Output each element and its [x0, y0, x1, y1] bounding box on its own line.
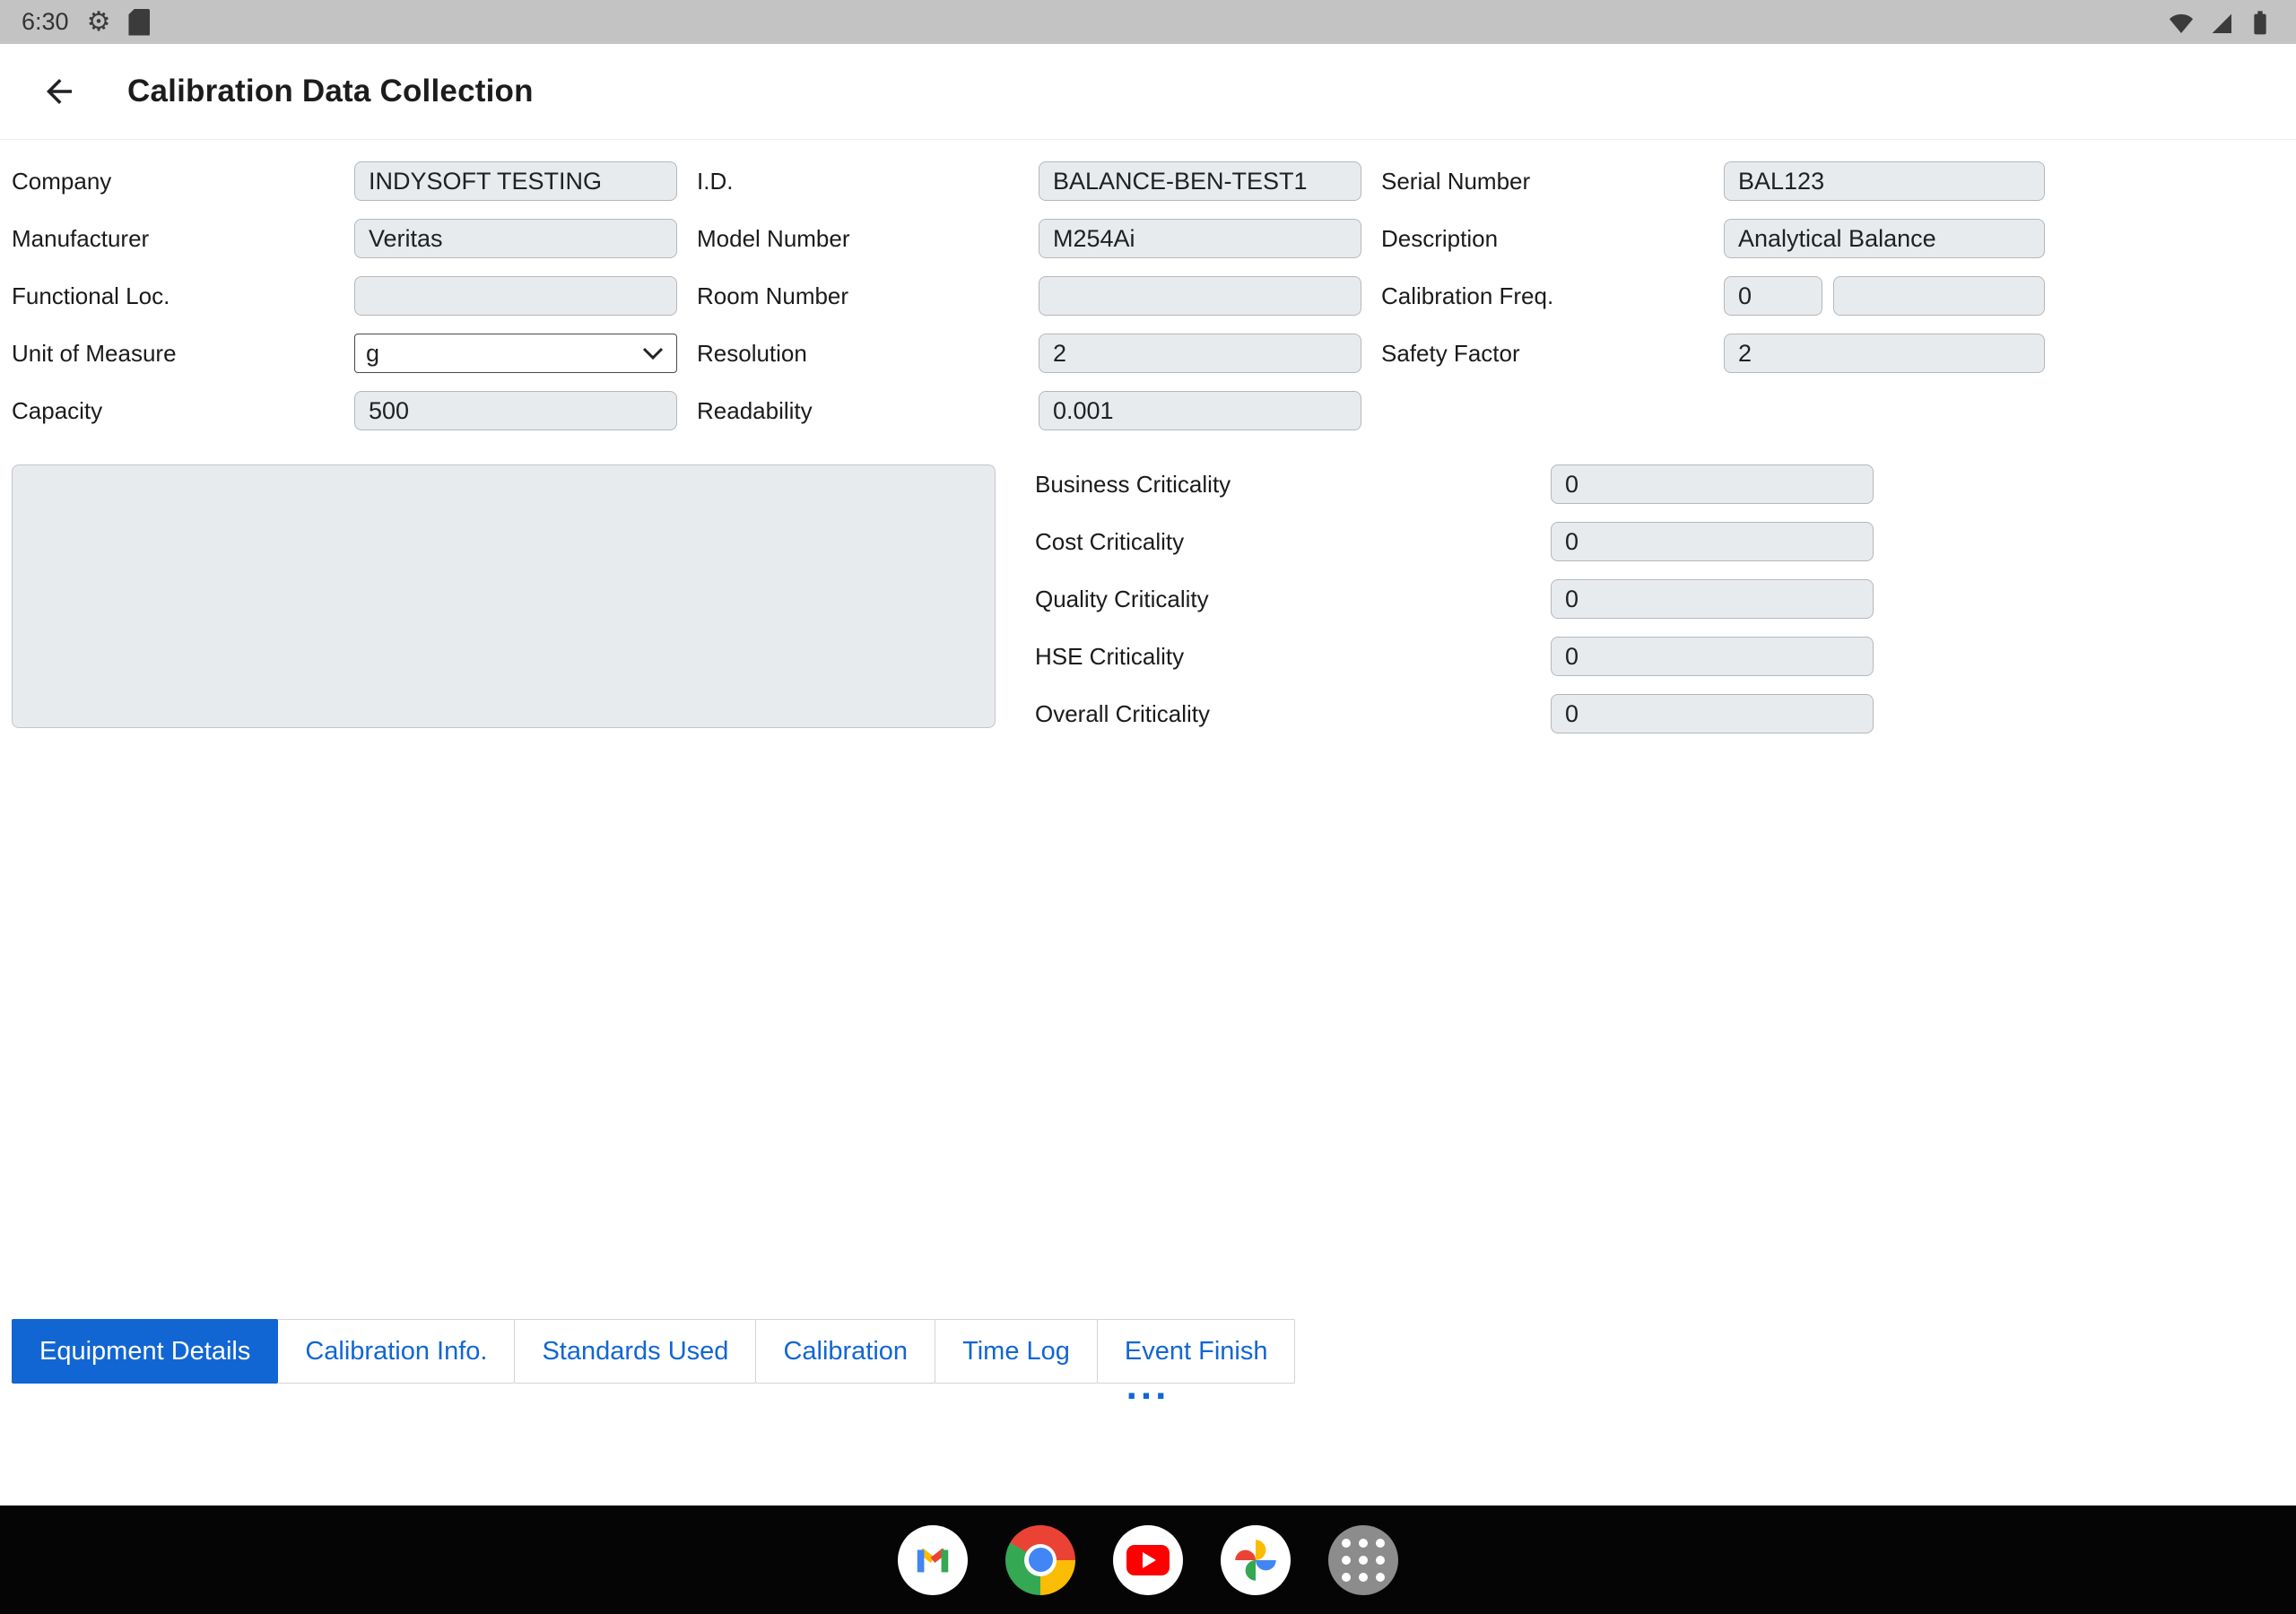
battery-icon: [2246, 8, 2274, 37]
quality-criticality-label: Quality Criticality: [1035, 586, 1551, 613]
app-bar: Calibration Data Collection: [0, 44, 2296, 140]
room-number-field[interactable]: [1039, 276, 1361, 316]
quality-criticality-field[interactable]: [1551, 579, 1874, 619]
tab-bar: Equipment Details Calibration Info. Stan…: [12, 1319, 1295, 1384]
functional-loc-label: Functional Loc.: [12, 282, 354, 310]
gmail-icon[interactable]: [898, 1525, 968, 1595]
readability-field[interactable]: [1039, 391, 1361, 430]
model-number-label: Model Number: [697, 225, 1039, 253]
safety-factor-label: Safety Factor: [1381, 340, 1724, 368]
unit-of-measure-select[interactable]: g: [354, 334, 677, 373]
youtube-icon[interactable]: [1113, 1525, 1183, 1595]
cost-criticality-field[interactable]: [1551, 522, 1874, 561]
hse-criticality-field[interactable]: [1551, 637, 1874, 676]
tab-time-log[interactable]: Time Log: [935, 1319, 1098, 1384]
unit-of-measure-label: Unit of Measure: [12, 340, 354, 368]
capacity-field[interactable]: [354, 391, 677, 430]
arrow-left-icon: [40, 73, 78, 110]
id-field[interactable]: [1039, 161, 1361, 201]
tab-equipment-details[interactable]: Equipment Details: [12, 1319, 278, 1384]
tab-calibration-info[interactable]: Calibration Info.: [277, 1319, 515, 1384]
cost-criticality-label: Cost Criticality: [1035, 528, 1551, 556]
resolution-label: Resolution: [697, 340, 1039, 368]
settings-icon: ⚙: [87, 9, 111, 36]
hse-criticality-label: HSE Criticality: [1035, 643, 1551, 671]
taskbar-dock: [0, 1506, 2296, 1614]
page-title: Calibration Data Collection: [127, 74, 534, 109]
form-column-2: I.D. Model Number Room Number Resolution…: [697, 161, 1361, 430]
capacity-label: Capacity: [12, 397, 354, 425]
criticality-section: Business Criticality Cost Criticality Qu…: [1035, 464, 1874, 733]
model-number-field[interactable]: [1039, 219, 1361, 258]
company-label: Company: [12, 168, 354, 195]
status-bar: 6:30 ⚙: [0, 0, 2296, 44]
business-criticality-label: Business Criticality: [1035, 471, 1551, 499]
manufacturer-label: Manufacturer: [12, 225, 354, 253]
wifi-icon: [2167, 8, 2196, 37]
id-label: I.D.: [697, 168, 1039, 195]
company-field[interactable]: [354, 161, 677, 201]
description-field[interactable]: [1724, 219, 2045, 258]
youtube-play-badge: [1126, 1545, 1170, 1575]
overall-criticality-label: Overall Criticality: [1035, 700, 1551, 728]
tab-standards-used[interactable]: Standards Used: [514, 1319, 756, 1384]
calibration-freq-field[interactable]: [1724, 276, 1822, 316]
manufacturer-field[interactable]: [354, 219, 677, 258]
overflow-indicator[interactable]: ...: [1126, 1367, 1170, 1406]
photos-icon[interactable]: [1221, 1525, 1291, 1595]
tab-calibration[interactable]: Calibration: [755, 1319, 935, 1384]
readability-label: Readability: [697, 397, 1039, 425]
description-label: Description: [1381, 225, 1724, 253]
back-button[interactable]: [34, 66, 84, 117]
safety-factor-field[interactable]: [1724, 334, 2045, 373]
form-column-1: Company Manufacturer Functional Loc. Uni…: [12, 161, 677, 430]
clock: 6:30: [22, 8, 69, 36]
notes-field[interactable]: [12, 464, 996, 728]
app-drawer-icon[interactable]: [1328, 1525, 1398, 1595]
overall-criticality-field[interactable]: [1551, 694, 1874, 733]
functional-loc-field[interactable]: [354, 276, 677, 316]
sd-card-icon: [128, 9, 150, 36]
chrome-icon[interactable]: [1005, 1525, 1075, 1595]
cellular-signal-icon: [2206, 8, 2235, 37]
resolution-field[interactable]: [1039, 334, 1361, 373]
calibration-freq-unit-field[interactable]: [1833, 276, 2045, 316]
serial-number-label: Serial Number: [1381, 168, 1724, 195]
calibration-freq-label: Calibration Freq.: [1381, 282, 1724, 310]
form-column-3: Serial Number Description Calibration Fr…: [1381, 161, 2045, 373]
room-number-label: Room Number: [697, 282, 1039, 310]
serial-number-field[interactable]: [1724, 161, 2045, 201]
business-criticality-field[interactable]: [1551, 464, 1874, 504]
